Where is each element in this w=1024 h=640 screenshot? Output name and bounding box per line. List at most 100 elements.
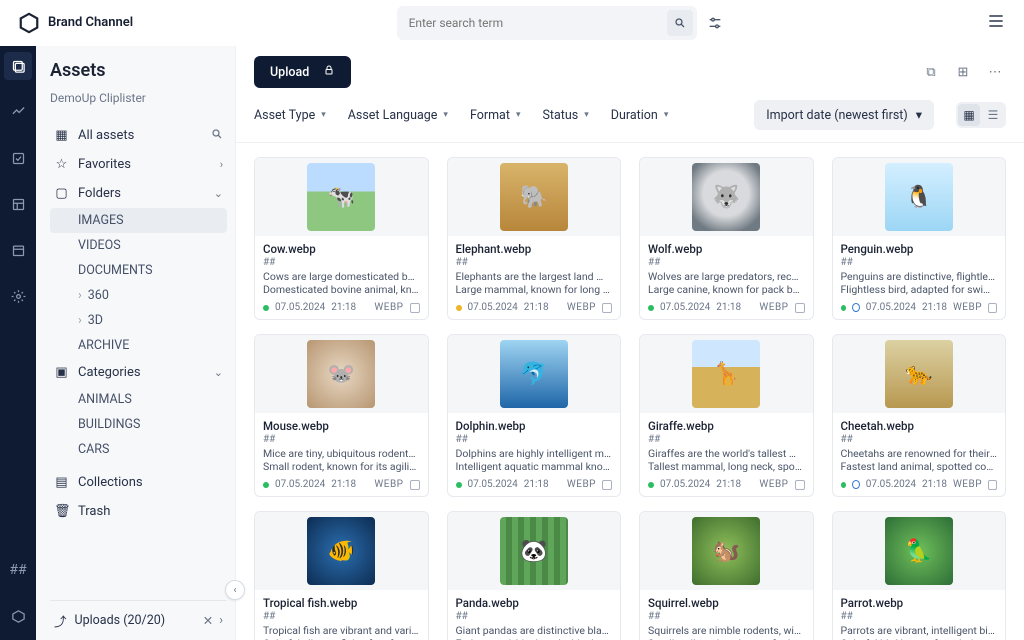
sidebar-all-assets[interactable]: ▦ All assets: [50, 121, 227, 150]
menu-icon[interactable]: [986, 11, 1006, 35]
brand-block[interactable]: Brand Channel: [18, 12, 133, 34]
asset-footer: 07.05.202421:18WEBP: [456, 302, 613, 313]
asset-card[interactable]: 🦜Parrot.webp##Parrots are vibrant, intel…: [832, 511, 1007, 640]
search-button[interactable]: [667, 10, 693, 36]
chevron-down-icon: ▾: [584, 110, 589, 120]
sidebar-title: Assets: [50, 60, 227, 81]
asset-time: 21:18: [524, 302, 549, 313]
asset-card[interactable]: 🐭Mouse.webp##Mice are tiny, ubiquitous r…: [254, 334, 429, 497]
folder-images[interactable]: IMAGES: [50, 208, 227, 233]
close-icon[interactable]: ✕: [203, 613, 213, 629]
asset-card[interactable]: 🐄Cow.webp##Cows are large domesticated b…: [254, 157, 429, 320]
asset-title: Giraffe.webp: [648, 419, 805, 433]
sidebar-collections[interactable]: ▤ Collections: [50, 468, 227, 497]
asset-date: 07.05.2024: [468, 479, 518, 490]
filter-format[interactable]: Format▾: [470, 108, 521, 123]
chevron-right-icon[interactable]: ›: [219, 613, 223, 629]
asset-footer: 07.05.202421:18WEBP: [841, 302, 998, 313]
format-icon: [988, 303, 997, 313]
rail-layout-icon[interactable]: [4, 190, 32, 218]
filter-asset-language[interactable]: Asset Language▾: [348, 108, 448, 123]
asset-body: Panda.webp##Giant pandas are distinctive…: [448, 590, 621, 640]
asset-card[interactable]: 🐠Tropical fish.webp##Tropical fish are v…: [254, 511, 429, 640]
asset-body: Tropical fish.webp##Tropical fish are vi…: [255, 590, 428, 640]
rail-assets-icon[interactable]: [4, 52, 32, 80]
asset-footer: 07.05.202421:18WEBP: [841, 479, 998, 490]
filter-status[interactable]: Status▾: [542, 108, 588, 123]
category-animals[interactable]: ANIMALS: [50, 387, 227, 412]
new-folder-icon[interactable]: ⊞: [952, 61, 974, 83]
sort-dropdown[interactable]: Import date (newest first) ▾: [754, 100, 934, 130]
asset-date: 07.05.2024: [468, 302, 518, 313]
format-icon: [988, 480, 997, 490]
status-dot-icon: [648, 482, 654, 488]
folder-360[interactable]: ›360: [50, 283, 227, 308]
asset-thumb: 🦜: [833, 512, 1006, 590]
upload-button[interactable]: Upload: [254, 56, 351, 88]
ring-icon: [852, 480, 860, 489]
asset-card[interactable]: 🐆Cheetah.webp##Cheetahs are renowned for…: [832, 334, 1007, 497]
asset-card[interactable]: 🐘Elephant.webp##Elephants are the larges…: [447, 157, 622, 320]
sidebar-item-label: Trash: [78, 504, 110, 519]
asset-thumb: 🐠: [255, 512, 428, 590]
category-buildings[interactable]: BUILDINGS: [50, 412, 227, 437]
asset-card[interactable]: 🐺Wolf.webp##Wolves are large predators, …: [639, 157, 814, 320]
rail-tasks-icon[interactable]: [4, 144, 32, 172]
sidebar: Assets DemoUp Cliplister ▦ All assets ☆ …: [36, 46, 236, 640]
chevron-down-icon: ▾: [443, 110, 448, 120]
asset-date: 07.05.2024: [866, 302, 916, 313]
rail-settings-icon[interactable]: [4, 282, 32, 310]
folder-3d[interactable]: ›3D: [50, 308, 227, 333]
asset-card[interactable]: 🐬Dolphin.webp##Dolphins are highly intel…: [447, 334, 622, 497]
brand-title: Brand Channel: [48, 15, 133, 30]
asset-card[interactable]: 🐿️Squirrel.webp##Squirrels are nimble ro…: [639, 511, 814, 640]
folder-archive[interactable]: ARCHIVE: [50, 333, 227, 358]
asset-body: Cow.webp##Cows are large domesticated bo…: [255, 236, 428, 319]
sidebar-folders[interactable]: ▢ Folders ⌄: [50, 179, 227, 208]
asset-time: 21:18: [331, 302, 356, 313]
asset-date: 07.05.2024: [660, 302, 710, 313]
sidebar-trash[interactable]: 🗑 Trash: [50, 497, 227, 526]
uploads-bar[interactable]: ⤴ Uploads (20/20) ✕ ›: [50, 600, 227, 640]
asset-thumb: 🐼: [448, 512, 621, 590]
asset-card[interactable]: 🦒Giraffe.webp##Giraffes are the world's …: [639, 334, 814, 497]
asset-card[interactable]: 🐧Penguin.webp##Penguins are distinctive,…: [832, 157, 1007, 320]
search-box[interactable]: [397, 6, 697, 40]
filter-duration[interactable]: Duration▾: [611, 108, 669, 123]
rail-package-icon[interactable]: [4, 602, 32, 630]
asset-card[interactable]: 🐼Panda.webp##Giant pandas are distinctiv…: [447, 511, 622, 640]
status-dot-icon: [841, 482, 846, 488]
asset-desc-2: Flightless bird, adapted for swimming, l…: [841, 283, 998, 296]
copy-icon[interactable]: ⧉: [920, 61, 942, 83]
status-dot-icon: [456, 482, 462, 488]
collapse-sidebar-button[interactable]: ‹: [225, 580, 245, 600]
asset-body: Giraffe.webp##Giraffes are the world's t…: [640, 413, 813, 496]
chevron-down-icon: ▾: [664, 110, 669, 120]
sidebar-categories[interactable]: ▣ Categories ⌄: [50, 358, 227, 387]
collections-icon: ▤: [54, 475, 69, 490]
folder-videos[interactable]: VIDEOS: [50, 233, 227, 258]
asset-date: 07.05.2024: [866, 479, 916, 490]
more-icon[interactable]: ⋯: [984, 61, 1006, 83]
search-icon[interactable]: [211, 128, 223, 143]
star-icon: ☆: [54, 157, 69, 172]
view-grid-button[interactable]: ▦: [958, 104, 980, 126]
view-list-button[interactable]: ☰: [982, 104, 1004, 126]
category-cars[interactable]: CARS: [50, 437, 227, 462]
rail-calendar-icon[interactable]: [4, 236, 32, 264]
asset-thumb: 🦒: [640, 335, 813, 413]
rail-analytics-icon[interactable]: [4, 98, 32, 126]
filter-asset-type[interactable]: Asset Type▾: [254, 108, 326, 123]
asset-date: 07.05.2024: [275, 302, 325, 313]
asset-id: ##: [263, 611, 420, 622]
filter-sliders-icon[interactable]: [707, 6, 723, 40]
rail-help-icon[interactable]: ##: [4, 556, 32, 584]
search-input[interactable]: [409, 12, 667, 34]
asset-id: ##: [456, 611, 613, 622]
sidebar-favorites[interactable]: ☆ Favorites ›: [50, 150, 227, 179]
asset-thumb: 🐬: [448, 335, 621, 413]
folder-documents[interactable]: DOCUMENTS: [50, 258, 227, 283]
asset-time: 21:18: [716, 302, 741, 313]
asset-id: ##: [456, 434, 613, 445]
format-icon: [795, 303, 805, 313]
